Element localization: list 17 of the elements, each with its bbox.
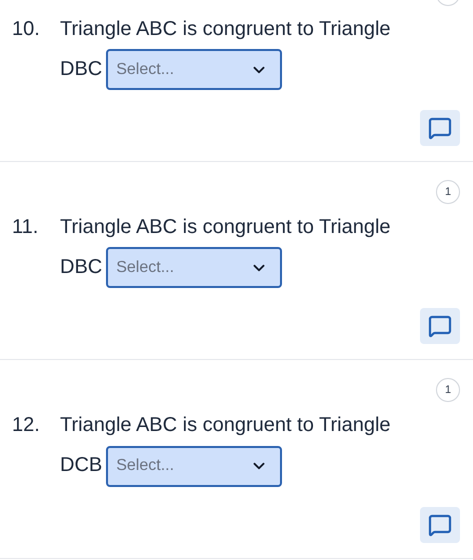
count-badge: 1 [436,378,460,402]
count-badge: 1 [436,180,460,204]
comment-button[interactable] [420,506,460,543]
comment-icon [428,116,452,140]
question-number: 10. [12,17,41,42]
comment-icon [428,314,452,338]
answer-select[interactable]: Select... [106,49,282,90]
comment-button[interactable] [420,308,460,344]
comment-button[interactable] [420,110,460,146]
question-number: 11. [12,215,40,240]
answer-select[interactable]: Select... [106,247,282,288]
question-text: Triangle ABC is congruent to Triangle DBC Select... [60,207,430,288]
comment-icon [428,512,452,537]
question-text: Triangle ABC is congruent to Triangle DCB Select... [60,405,430,487]
question-number: 12. [12,413,41,438]
question-text: Triangle ABC is congruent to Triangle DBC Select... [60,9,430,90]
answer-select[interactable]: Select... [106,446,282,487]
